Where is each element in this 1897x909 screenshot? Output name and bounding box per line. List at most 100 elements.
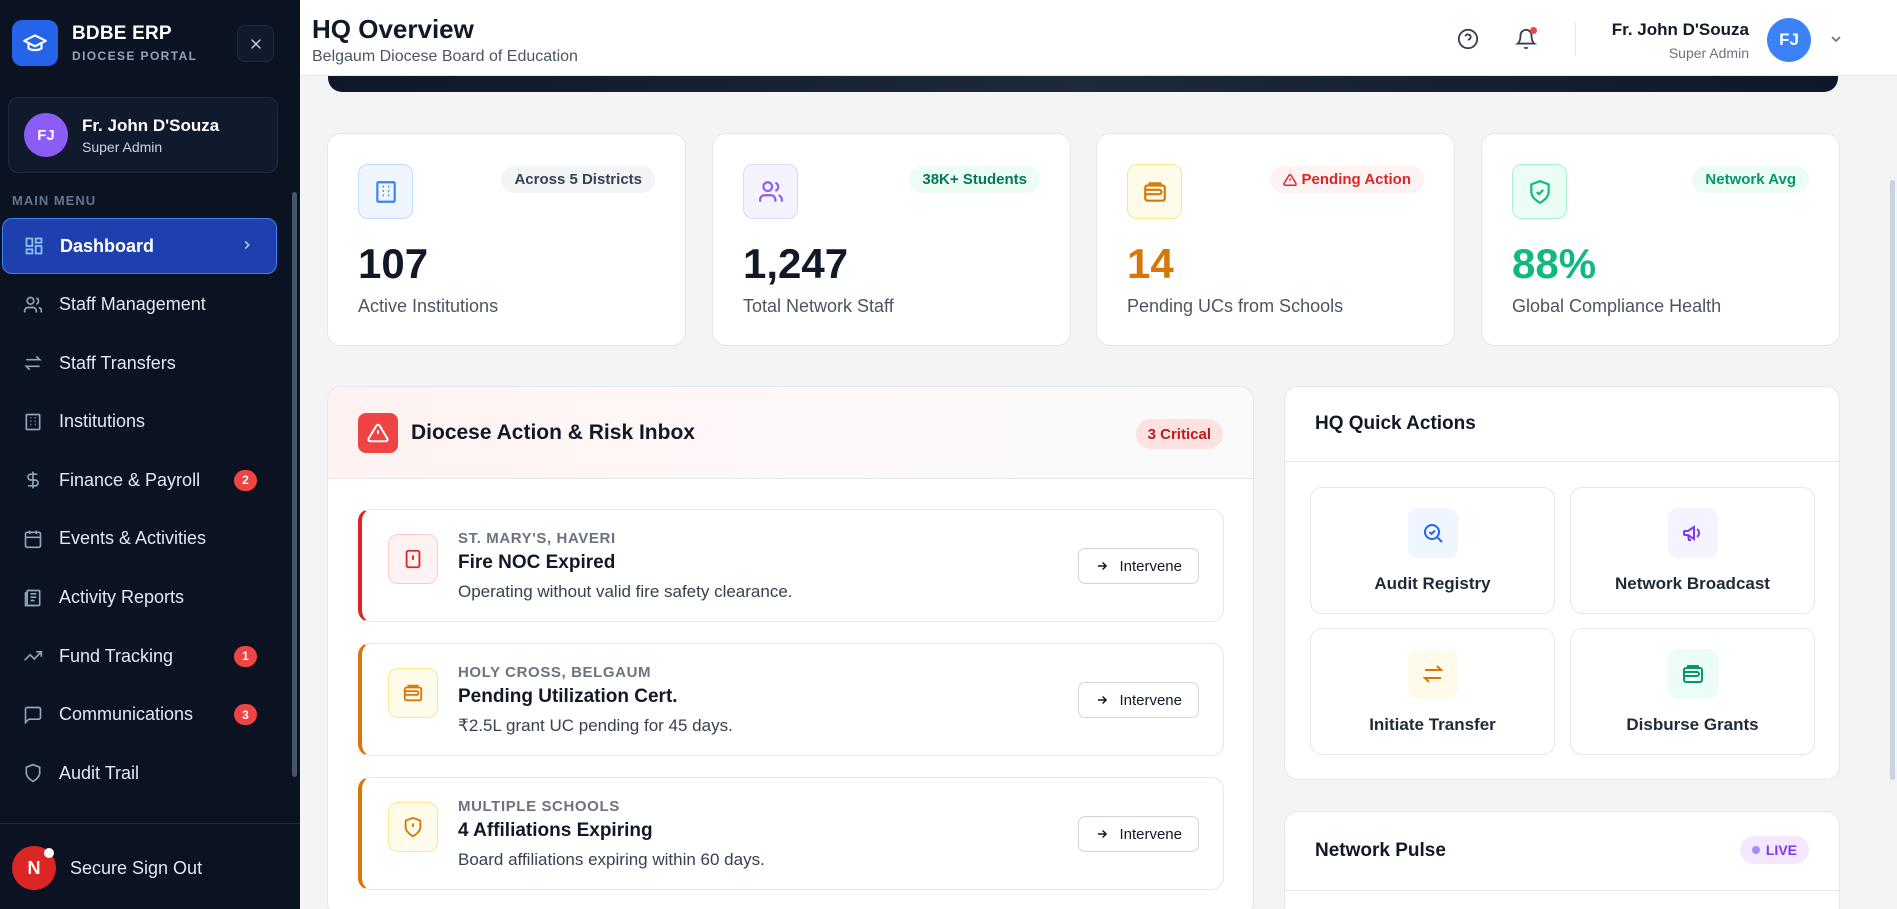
- sidebar-item-dashboard[interactable]: Dashboard: [2, 218, 277, 274]
- stat-value: 107: [358, 240, 429, 287]
- arrow-right-icon: [1098, 829, 1108, 839]
- sidebar-item-label: Audit Trail: [59, 762, 140, 783]
- sidebar-item-institutions[interactable]: Institutions: [0, 394, 290, 450]
- brand[interactable]: BDBE ERP DIOCESE PORTAL: [12, 20, 197, 66]
- stat-label: Active Institutions: [358, 296, 499, 316]
- divider: [1285, 890, 1839, 891]
- stat-card-pending-ucs[interactable]: Pending Action 14 Pending UCs from Schoo…: [1096, 133, 1455, 346]
- alert-file-icon: [388, 534, 438, 584]
- stat-card-staff[interactable]: 38K+ Students 1,247 Total Network Staff: [712, 133, 1071, 346]
- chevron-down-icon[interactable]: [1828, 31, 1844, 52]
- page-title: HQ Overview: [312, 14, 474, 44]
- hero-banner: [328, 76, 1838, 92]
- alert-title: 4 Affiliations Expiring: [458, 820, 653, 841]
- sidebar-user-card[interactable]: FJ Fr. John D'Souza Super Admin: [8, 97, 278, 173]
- alert-description: Operating without valid fire safety clea…: [458, 582, 793, 601]
- stat-label: Global Compliance Health: [1512, 296, 1722, 316]
- stat-value: 1,247: [743, 240, 849, 287]
- quick-actions-title: HQ Quick Actions: [1315, 413, 1476, 434]
- top-header: HQ Overview Belgaum Diocese Board of Edu…: [300, 0, 1897, 76]
- intervene-button[interactable]: Intervene: [1078, 682, 1199, 718]
- arrow-right-icon: [1098, 695, 1108, 705]
- sidebar-user-role: Super Admin: [82, 138, 163, 155]
- divider: [1285, 461, 1839, 462]
- main-menu: Dashboard Staff Management Staff Transfe…: [0, 218, 290, 804]
- network-pulse-panel: Network Pulse LIVE: [1284, 811, 1840, 909]
- message-icon: [22, 704, 44, 726]
- sidebar-item-label: Communications: [59, 704, 194, 725]
- sign-out-label: Secure Sign Out: [70, 857, 203, 878]
- risk-inbox-header: Diocese Action & Risk Inbox 3 Critical: [328, 387, 1253, 479]
- disburse-grants-button[interactable]: Disburse Grants: [1570, 628, 1815, 755]
- graduation-cap-icon: [12, 20, 58, 66]
- risk-inbox-title: Diocese Action & Risk Inbox: [411, 421, 695, 444]
- sidebar-item-communications[interactable]: Communications 3: [0, 687, 290, 743]
- avatar: FJ: [24, 113, 68, 157]
- page-subtitle: Belgaum Diocese Board of Education: [312, 48, 578, 65]
- stat-value: 14: [1127, 240, 1174, 287]
- network-pulse-title: Network Pulse: [1315, 840, 1446, 861]
- brand-title: BDBE ERP: [72, 23, 172, 44]
- quick-actions-panel: HQ Quick Actions Audit Registry Network …: [1284, 386, 1840, 780]
- audit-registry-button[interactable]: Audit Registry: [1310, 487, 1555, 614]
- list-item[interactable]: ST. MARY'S, HAVERI Fire NOC Expired Oper…: [358, 509, 1224, 622]
- dashboard-icon: [23, 235, 45, 257]
- sidebar-item-audit-trail[interactable]: Audit Trail: [0, 745, 290, 801]
- sidebar-item-fund-tracking[interactable]: Fund Tracking 1: [0, 628, 290, 684]
- sidebar-item-events-activities[interactable]: Events & Activities: [0, 511, 290, 567]
- sidebar-item-staff-transfers[interactable]: Staff Transfers: [0, 335, 290, 391]
- transfer-icon: [22, 352, 44, 374]
- stat-card-institutions[interactable]: Across 5 Districts 107 Active Institutio…: [327, 133, 686, 346]
- initiate-transfer-button[interactable]: Initiate Transfer: [1310, 628, 1555, 755]
- help-button[interactable]: [1455, 26, 1481, 52]
- sidebar-item-label: Events & Activities: [59, 528, 207, 549]
- header-divider: [1575, 22, 1576, 56]
- network-broadcast-button[interactable]: Network Broadcast: [1570, 487, 1815, 614]
- list-item[interactable]: HOLY CROSS, BELGAUM Pending Utilization …: [358, 643, 1224, 756]
- list-item[interactable]: MULTIPLE SCHOOLS 4 Affiliations Expiring…: [358, 777, 1224, 890]
- shield-check-icon: [1512, 164, 1567, 219]
- sidebar-scrollbar[interactable]: [292, 192, 297, 777]
- notifications-button[interactable]: [1513, 26, 1539, 52]
- alert-school: MULTIPLE SCHOOLS: [458, 798, 620, 815]
- quick-action-label: Disburse Grants: [1626, 715, 1759, 734]
- intervene-button[interactable]: Intervene: [1078, 816, 1199, 852]
- sidebar-item-label: Staff Management: [59, 294, 206, 315]
- stat-value: 88%: [1512, 240, 1597, 287]
- chevron-right-icon: [240, 236, 254, 257]
- help-icon: [1457, 28, 1479, 50]
- live-badge: LIVE: [1739, 836, 1809, 864]
- alert-title: Pending Utilization Cert.: [458, 686, 678, 707]
- stat-label: Pending UCs from Schools: [1127, 296, 1344, 316]
- notification-badge: 2: [234, 469, 257, 491]
- sidebar-item-label: Dashboard: [60, 235, 155, 256]
- header-user[interactable]: Fr. John D'Souza Super Admin: [1612, 20, 1749, 61]
- page-scrollbar[interactable]: [1890, 180, 1895, 780]
- sidebar-item-staff-management[interactable]: Staff Management: [0, 277, 290, 333]
- close-icon: [250, 38, 261, 49]
- sidebar-item-activity-reports[interactable]: Activity Reports: [0, 570, 290, 626]
- quick-action-label: Audit Registry: [1374, 574, 1491, 593]
- intervene-button[interactable]: Intervene: [1078, 548, 1199, 584]
- wallet-icon: [1127, 164, 1182, 219]
- alert-triangle-icon: [358, 413, 398, 453]
- users-icon: [22, 294, 44, 316]
- quick-action-label: Network Broadcast: [1615, 574, 1770, 593]
- alert-description: Board affiliations expiring within 60 da…: [458, 850, 765, 869]
- stat-pill: 38K+ Students: [909, 166, 1040, 193]
- avatar[interactable]: FJ: [1767, 18, 1811, 62]
- quick-action-label: Initiate Transfer: [1369, 715, 1496, 734]
- trend-icon: [22, 645, 44, 667]
- sign-out-button[interactable]: N Secure Sign Out: [12, 846, 202, 890]
- close-sidebar-button[interactable]: [237, 25, 274, 62]
- sidebar-item-label: Institutions: [59, 411, 146, 432]
- sidebar-item-finance-payroll[interactable]: Finance & Payroll 2: [0, 452, 290, 508]
- sidebar-footer: N Secure Sign Out: [0, 823, 300, 909]
- wallet-icon: [1668, 649, 1718, 699]
- stat-card-compliance[interactable]: Network Avg 88% Global Compliance Health: [1481, 133, 1840, 346]
- report-icon: [22, 587, 44, 609]
- brand-subtitle: DIOCESE PORTAL: [72, 49, 198, 63]
- warning-icon: [1282, 173, 1297, 186]
- arrow-right-icon: [1098, 561, 1108, 571]
- notification-badge: 3: [234, 704, 257, 726]
